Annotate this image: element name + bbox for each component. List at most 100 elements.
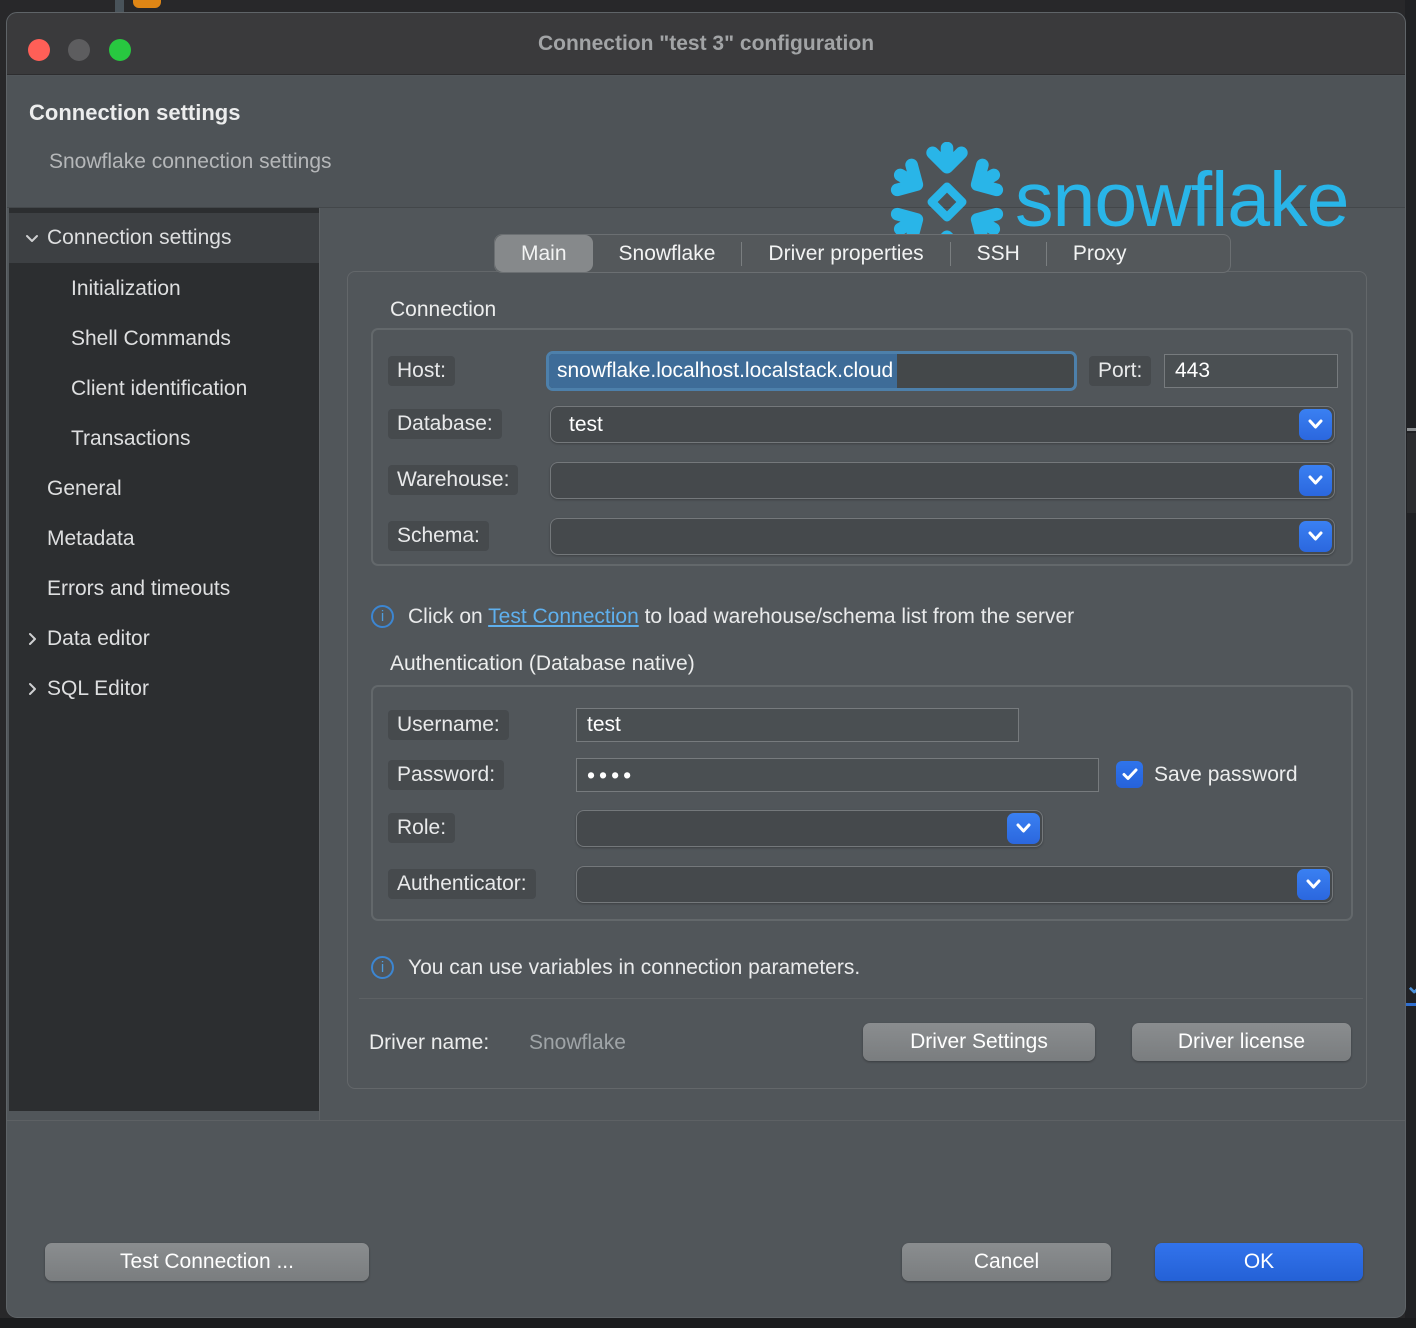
password-input[interactable]: •••• [576,758,1099,792]
chevron-down-icon[interactable] [23,229,41,247]
sidebar-item-label: SQL Editor [47,677,149,701]
sidebar-item-label: Client identification [71,377,247,401]
background-right-strip: ⌄ [1405,0,1416,1328]
chevron-down-icon [1016,823,1031,834]
ok-button[interactable]: OK [1155,1243,1363,1281]
database-label: Database: [388,409,502,439]
check-icon [1122,768,1138,781]
background-blue-line [1406,1003,1416,1006]
hint-prefix: Click on [408,605,488,628]
sidebar-item-label: Connection settings [47,226,231,250]
chevron-down-icon [1306,879,1321,890]
tab-ssh[interactable]: SSH [951,235,1046,272]
authenticator-label: Authenticator: [388,869,536,899]
chevron-down-icon [1308,531,1323,542]
info-icon: i [371,956,394,979]
sidebar-item-label: Initialization [71,277,181,301]
sidebar-item-client-identification[interactable]: Client identification [9,364,319,414]
sidebar-item-shell-commands[interactable]: Shell Commands [9,314,319,364]
dialog-titlebar: Connection "test 3" configuration [7,13,1405,75]
sidebar-item-data-editor[interactable]: Data editor [9,614,319,664]
sidebar-item-sql-editor[interactable]: SQL Editor [9,664,319,714]
port-input[interactable]: 443 [1164,354,1338,388]
background-bottom-strip [0,1318,1416,1328]
sidebar-item-label: Transactions [71,427,190,451]
sidebar-item-connection-settings[interactable]: Connection settings [9,213,319,263]
password-label: Password: [388,760,504,790]
test-connection-button[interactable]: Test Connection ... [45,1243,369,1281]
connection-group-label: Connection [390,298,496,322]
sidebar-item-label: Errors and timeouts [47,577,230,601]
sidebar-item-general[interactable]: General [9,464,319,514]
background-toolbar-fragment [115,0,124,12]
save-password-label: Save password [1154,763,1298,787]
tab-snowflake[interactable]: Snowflake [593,235,742,272]
info-icon: i [371,605,394,628]
host-selected-text: snowflake.localhost.localstack.cloud [549,354,897,388]
driver-name-label: Driver name: [369,1031,489,1055]
tab-bar: Main Snowflake Driver properties SSH Pro… [494,234,1231,273]
background-divider-fragment [1407,428,1416,431]
authenticator-dropdown-button[interactable] [1297,869,1330,900]
username-label: Username: [388,710,509,740]
database-combo[interactable]: test [550,406,1335,443]
username-input[interactable]: test [576,708,1019,742]
schema-combo[interactable] [550,518,1335,555]
sidebar-item-transactions[interactable]: Transactions [9,414,319,464]
save-password-checkbox[interactable] [1116,761,1143,788]
background-chevron-icon: ⌄ [1405,973,1416,1003]
sidebar-item-label: Metadata [47,527,135,551]
port-value: 443 [1175,359,1210,383]
dialog-header: Connection settings Snowflake connection… [7,76,1405,208]
database-dropdown-button[interactable] [1299,409,1332,440]
tab-proxy[interactable]: Proxy [1047,235,1153,272]
schema-dropdown-button[interactable] [1299,521,1332,552]
driver-divider [359,998,1363,999]
host-input[interactable]: snowflake.localhost.localstack.cloud [546,351,1077,391]
connection-configuration-dialog: Connection "test 3" configuration Connec… [6,12,1406,1318]
port-label: Port: [1089,356,1151,386]
sidebar-item-label: General [47,477,122,501]
sidebar-item-label: Data editor [47,627,150,651]
sidebar-divider [319,208,320,1120]
role-label: Role: [388,813,455,843]
chevron-right-icon[interactable] [23,630,41,648]
chevron-right-icon[interactable] [23,680,41,698]
test-connection-hint: Click on Test Connection to load warehou… [408,605,1074,629]
tab-main[interactable]: Main [495,235,593,272]
sidebar-item-errors-and-timeouts[interactable]: Errors and timeouts [9,564,319,614]
chevron-down-icon [1308,475,1323,486]
header-title: Connection settings [29,100,240,126]
host-label: Host: [388,356,455,386]
authenticator-combo[interactable] [576,866,1333,903]
sidebar-item-metadata[interactable]: Metadata [9,514,319,564]
sidebar-item-label: Shell Commands [71,327,231,351]
warehouse-label: Warehouse: [388,465,518,495]
hint-suffix: to load warehouse/schema list from the s… [639,605,1074,628]
schema-label: Schema: [388,521,489,551]
password-dots: •••• [587,762,635,789]
background-app-icon [133,0,161,8]
role-dropdown-button[interactable] [1007,813,1040,844]
chevron-down-icon [1308,419,1323,430]
driver-license-button[interactable]: Driver license [1132,1023,1351,1061]
settings-tree: Connection settings Initialization Shell… [9,208,319,1111]
tab-driver-properties[interactable]: Driver properties [742,235,949,272]
driver-settings-button[interactable]: Driver Settings [863,1023,1095,1061]
sidebar-item-initialization[interactable]: Initialization [9,264,319,314]
database-value: test [569,407,603,442]
cancel-button[interactable]: Cancel [902,1243,1111,1281]
variables-hint: You can use variables in connection para… [408,956,860,980]
warehouse-combo[interactable] [550,462,1335,499]
background-panel-fragment [1407,433,1416,513]
snowflake-wordmark: snowflake [1015,156,1348,245]
role-combo[interactable] [576,810,1043,847]
username-value: test [587,713,621,737]
dialog-title: Connection "test 3" configuration [7,13,1405,75]
driver-name-value: Snowflake [529,1031,626,1055]
auth-group-label: Authentication (Database native) [390,652,695,676]
header-subtitle: Snowflake connection settings [49,150,332,174]
warehouse-dropdown-button[interactable] [1299,465,1332,496]
test-connection-link[interactable]: Test Connection [488,605,639,628]
footer-divider [7,1120,1406,1121]
